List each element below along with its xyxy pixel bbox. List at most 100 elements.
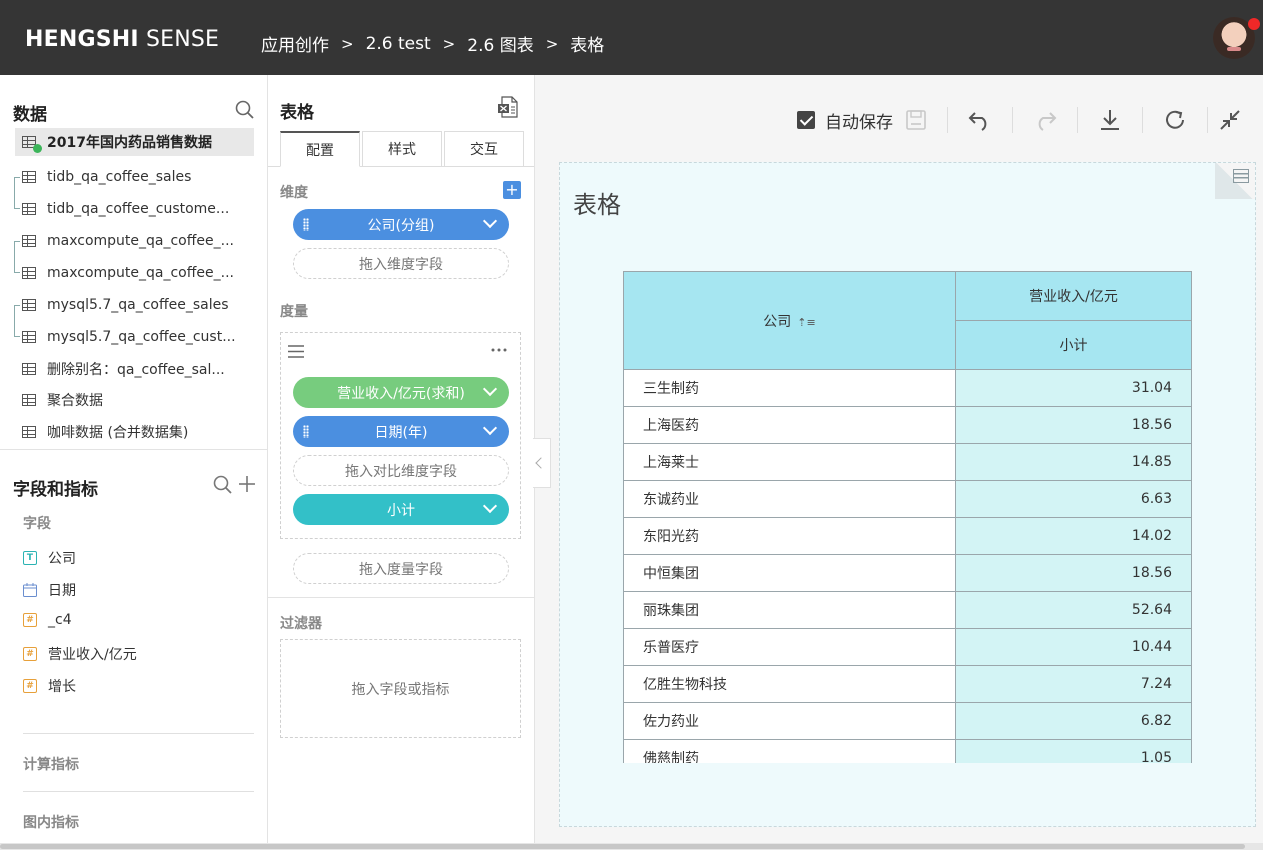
drag-handle-icon[interactable] <box>303 425 309 438</box>
measure-label: 度量 <box>280 304 308 320</box>
filter-drop-zone[interactable]: 拖入字段或指标 <box>280 639 521 738</box>
breadcrumb-item-dashboard[interactable]: 2.6 图表 <box>467 31 533 56</box>
pill-label: 日期(年) <box>374 424 428 441</box>
add-dimension-button[interactable]: + <box>503 181 521 199</box>
horizontal-scrollbar[interactable] <box>0 843 1263 850</box>
dataset-item[interactable]: 聚合数据 <box>22 386 254 414</box>
download-icon <box>1101 110 1119 130</box>
logo-rest-text: SENSE <box>138 27 220 52</box>
collapse-panel-button[interactable] <box>533 438 551 488</box>
refresh-button[interactable] <box>1143 105 1207 135</box>
dataset-item[interactable]: maxcompute_qa_coffee_... <box>22 259 254 287</box>
dataset-label: tidb_qa_coffee_sales <box>47 169 192 185</box>
top-bar: HENGSHI SENSE 应用创作 > 2.6 test > 2.6 图表 >… <box>0 0 1263 75</box>
section-divider <box>23 791 254 792</box>
fields-panel-title: 字段和指标 <box>13 480 98 500</box>
link-bracket <box>14 241 20 273</box>
download-button[interactable] <box>1078 105 1142 135</box>
dataset-item[interactable]: 咖啡数据 (合并数据集) <box>22 418 254 446</box>
measure-drop-zone[interactable]: 拖入度量字段 <box>293 553 509 584</box>
app-logo[interactable]: HENGSHI SENSE <box>25 27 219 52</box>
field-item[interactable]: # 增长 <box>23 676 76 696</box>
field-label: 营业收入/亿元 <box>48 647 137 663</box>
more-options-icon[interactable] <box>491 348 507 352</box>
search-icon[interactable] <box>213 475 233 495</box>
dataset-label: mysql5.7_qa_coffee_sales <box>47 297 229 313</box>
chart-title: 表格 <box>573 191 621 219</box>
redo-button[interactable] <box>1013 105 1077 135</box>
field-item[interactable]: T 公司 <box>23 548 76 568</box>
dataset-item[interactable]: maxcompute_qa_coffee_... <box>22 227 254 255</box>
excel-export-icon[interactable] <box>498 96 518 118</box>
undo-icon <box>968 112 987 131</box>
link-bracket <box>14 177 20 209</box>
tab-style[interactable]: 样式 <box>362 131 442 167</box>
config-panel: 表格 配置 样式 交互 维度 + 公司(分组) 拖入维度字段 度量 营业收入/亿… <box>268 75 535 850</box>
chart-card[interactable]: 表格 <box>559 162 1256 827</box>
search-icon[interactable] <box>235 100 255 120</box>
autosave-label[interactable]: 自动保存 <box>825 108 893 133</box>
table-icon <box>22 136 42 153</box>
menu-icon[interactable] <box>288 345 304 358</box>
calc-metrics-label[interactable]: 计算指标 <box>23 754 79 774</box>
chevron-down-icon[interactable] <box>482 213 498 229</box>
table-icon <box>22 299 36 311</box>
breadcrumb-item-project[interactable]: 2.6 test <box>366 34 431 54</box>
tab-config[interactable]: 配置 <box>280 131 360 167</box>
breadcrumb-separator: > <box>442 34 456 53</box>
dimension-label: 维度 <box>280 185 308 201</box>
save-icon[interactable] <box>905 109 927 131</box>
notification-dot <box>1248 18 1260 30</box>
table-settings-icon[interactable] <box>1233 169 1249 183</box>
dataset-label: 咖啡数据 (合并数据集) <box>47 425 189 441</box>
status-ok-icon <box>33 144 42 153</box>
panel-divider <box>268 597 534 598</box>
number-field-icon: # <box>23 679 37 693</box>
pill-label: 营业收入/亿元(求和) <box>337 385 465 402</box>
field-label: 增长 <box>48 679 76 695</box>
config-title: 表格 <box>280 103 314 123</box>
add-icon[interactable] <box>238 475 256 493</box>
table-icon <box>22 394 36 406</box>
undo-button[interactable] <box>948 105 1012 135</box>
chevron-down-icon[interactable] <box>482 498 498 514</box>
dataset-item[interactable]: tidb_qa_coffee_custome... <box>22 195 254 223</box>
dataset-item[interactable]: 删除别名：qa_coffee_sal... <box>22 355 254 383</box>
dataset-item-active[interactable]: 2017年国内药品销售数据 <box>15 128 254 156</box>
field-label: 公司 <box>48 551 76 567</box>
exit-fullscreen-button[interactable] <box>1208 105 1252 135</box>
refresh-icon <box>1166 110 1184 129</box>
dimension-pill[interactable]: 公司(分组) <box>293 209 509 240</box>
number-field-icon: # <box>23 613 37 627</box>
dimension-drop-zone[interactable]: 拖入维度字段 <box>293 248 509 279</box>
field-item[interactable]: # 营业收入/亿元 <box>23 644 137 664</box>
table-icon <box>22 171 36 183</box>
dataset-item[interactable]: mysql5.7_qa_coffee_sales <box>22 291 254 319</box>
dataset-item[interactable]: tidb_qa_coffee_sales <box>22 163 254 191</box>
field-label: _c4 <box>48 612 72 628</box>
dataset-label: 2017年国内药品销售数据 <box>47 135 212 151</box>
date-pill[interactable]: 日期(年) <box>293 416 509 447</box>
table-icon <box>22 267 36 279</box>
drag-handle-icon[interactable] <box>303 218 309 231</box>
dataset-label: maxcompute_qa_coffee_... <box>47 265 234 281</box>
inner-metrics-label[interactable]: 图内指标 <box>23 812 79 832</box>
data-panel-title: 数据 <box>13 105 47 125</box>
collapse-icon <box>1220 110 1240 130</box>
field-label: 日期 <box>48 583 76 599</box>
measure-pill[interactable]: 营业收入/亿元(求和) <box>293 377 509 408</box>
autosave-checkbox[interactable] <box>797 111 815 129</box>
field-item[interactable]: # _c4 <box>23 612 72 628</box>
breadcrumb-item-app[interactable]: 应用创作 <box>261 31 329 56</box>
chevron-down-icon[interactable] <box>482 420 498 436</box>
data-panel: 数据 2017年国内药品销售数据 tidb_qa_coffee_sales ti… <box>0 75 268 850</box>
compare-drop-zone[interactable]: 拖入对比维度字段 <box>293 455 509 486</box>
pill-label: 公司(分组) <box>367 217 435 234</box>
dataset-item[interactable]: mysql5.7_qa_coffee_cust... <box>22 323 254 351</box>
table-icon <box>22 331 36 343</box>
logo-bold-text: HENGSHI <box>25 27 139 52</box>
tab-interaction[interactable]: 交互 <box>444 131 524 167</box>
chevron-down-icon[interactable] <box>482 381 498 397</box>
subtotal-pill[interactable]: 小计 <box>293 494 509 525</box>
field-item[interactable]: 日期 <box>23 580 76 600</box>
